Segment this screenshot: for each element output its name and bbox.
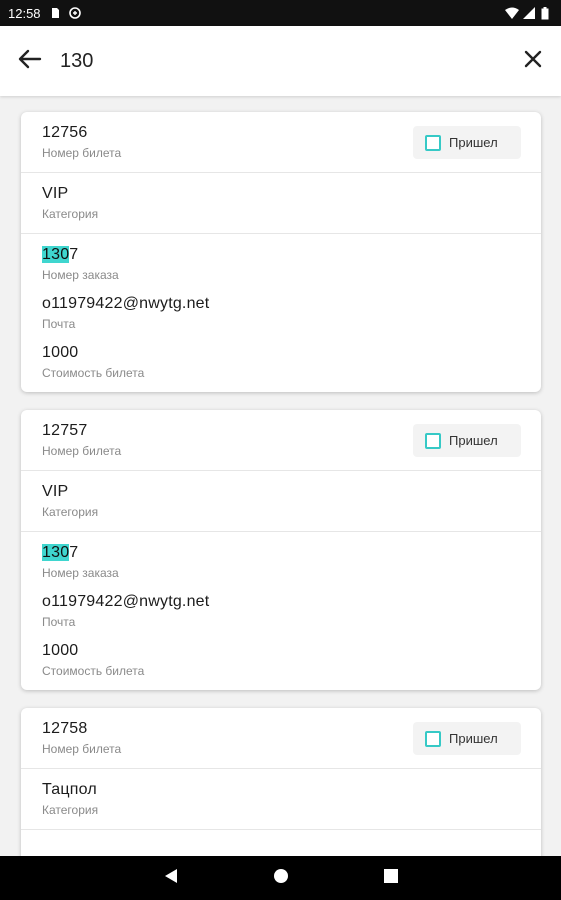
order-field: 1307 Номер заказа bbox=[42, 246, 520, 282]
order-label: Номер заказа bbox=[42, 268, 119, 282]
price-label: Стоимость билета bbox=[42, 366, 145, 380]
order-field: 1307 Номер заказа bbox=[42, 544, 520, 580]
nav-home-icon bbox=[273, 868, 289, 889]
ticket-card: 12758 Номер билета Пришел Тацпол Категор… bbox=[21, 708, 541, 856]
email-value: o11979422@nwytg.net bbox=[42, 295, 210, 312]
email-label: Почта bbox=[42, 615, 76, 629]
arrived-label: Пришел bbox=[449, 731, 498, 746]
ticket-card: 12757 Номер билета Пришел VIP Категория … bbox=[21, 410, 541, 690]
signal-icon bbox=[523, 7, 535, 19]
clear-button[interactable] bbox=[505, 26, 561, 96]
details-section: 1307 Номер заказа o11979422@nwytg.net По… bbox=[21, 234, 541, 392]
ticket-header: 12757 Номер билета Пришел bbox=[21, 410, 541, 471]
search-header bbox=[0, 26, 561, 96]
ticket-header: 12758 Номер билета Пришел bbox=[21, 708, 541, 769]
arrived-checkbox[interactable] bbox=[425, 134, 441, 151]
nav-back-button[interactable] bbox=[161, 868, 181, 888]
arrived-checkbox[interactable] bbox=[425, 730, 441, 747]
nav-home-button[interactable] bbox=[271, 868, 291, 888]
category-section: VIP Категория bbox=[21, 173, 541, 234]
category-value: Тацпол bbox=[42, 781, 97, 798]
arrived-toggle[interactable]: Пришел bbox=[413, 424, 521, 457]
price-value: 1000 bbox=[42, 642, 79, 659]
price-field: 1000 Стоимость билета bbox=[42, 642, 520, 678]
price-label: Стоимость билета bbox=[42, 664, 145, 678]
category-section: VIP Категория bbox=[21, 471, 541, 532]
price-value: 1000 bbox=[42, 344, 79, 361]
ticket-header: 12756 Номер билета Пришел bbox=[21, 112, 541, 173]
ticket-card: 12756 Номер билета Пришел VIP Категория … bbox=[21, 112, 541, 392]
battery-icon bbox=[541, 7, 553, 20]
category-section: Тацпол Категория bbox=[21, 769, 541, 830]
order-number-rest: 7 bbox=[69, 246, 79, 263]
order-label: Номер заказа bbox=[42, 566, 119, 580]
system-nav-bar bbox=[0, 856, 561, 900]
email-field: o11979422@nwytg.net Почта bbox=[42, 295, 520, 331]
nav-recents-icon bbox=[383, 868, 398, 888]
category-label: Категория bbox=[42, 505, 99, 519]
email-value: o11979422@nwytg.net bbox=[42, 593, 210, 610]
order-number: 1307 bbox=[42, 246, 520, 264]
price-field: 1000 Стоимость билета bbox=[42, 344, 520, 380]
back-button[interactable] bbox=[0, 26, 60, 96]
search-input[interactable] bbox=[60, 41, 505, 81]
details-section bbox=[21, 830, 541, 856]
status-bar: 12:58 bbox=[0, 0, 561, 26]
arrived-label: Пришел bbox=[449, 135, 498, 150]
arrow-left-icon bbox=[18, 49, 42, 74]
category-value: VIP bbox=[42, 483, 69, 500]
search-highlight: 130 bbox=[42, 544, 70, 561]
arrived-toggle[interactable]: Пришел bbox=[413, 722, 521, 755]
search-highlight: 130 bbox=[42, 246, 70, 263]
status-time: 12:58 bbox=[8, 5, 41, 21]
arrived-checkbox[interactable] bbox=[425, 432, 441, 449]
arrived-label: Пришел bbox=[449, 433, 498, 448]
sync-icon bbox=[68, 7, 81, 19]
ticket-list[interactable]: 12756 Номер билета Пришел VIP Категория … bbox=[0, 96, 561, 856]
category-label: Категория bbox=[42, 207, 99, 221]
category-label: Категория bbox=[42, 803, 99, 817]
close-icon bbox=[524, 50, 542, 73]
wifi-icon bbox=[505, 7, 519, 19]
nav-recents-button[interactable] bbox=[381, 868, 401, 888]
sd-card-icon bbox=[49, 7, 61, 19]
email-label: Почта bbox=[42, 317, 76, 331]
category-value: VIP bbox=[42, 185, 69, 202]
nav-back-icon bbox=[164, 868, 178, 889]
order-number-rest: 7 bbox=[69, 544, 79, 561]
email-field: o11979422@nwytg.net Почта bbox=[42, 593, 520, 629]
arrived-toggle[interactable]: Пришел bbox=[413, 126, 521, 159]
details-section: 1307 Номер заказа o11979422@nwytg.net По… bbox=[21, 532, 541, 690]
order-number: 1307 bbox=[42, 544, 520, 562]
